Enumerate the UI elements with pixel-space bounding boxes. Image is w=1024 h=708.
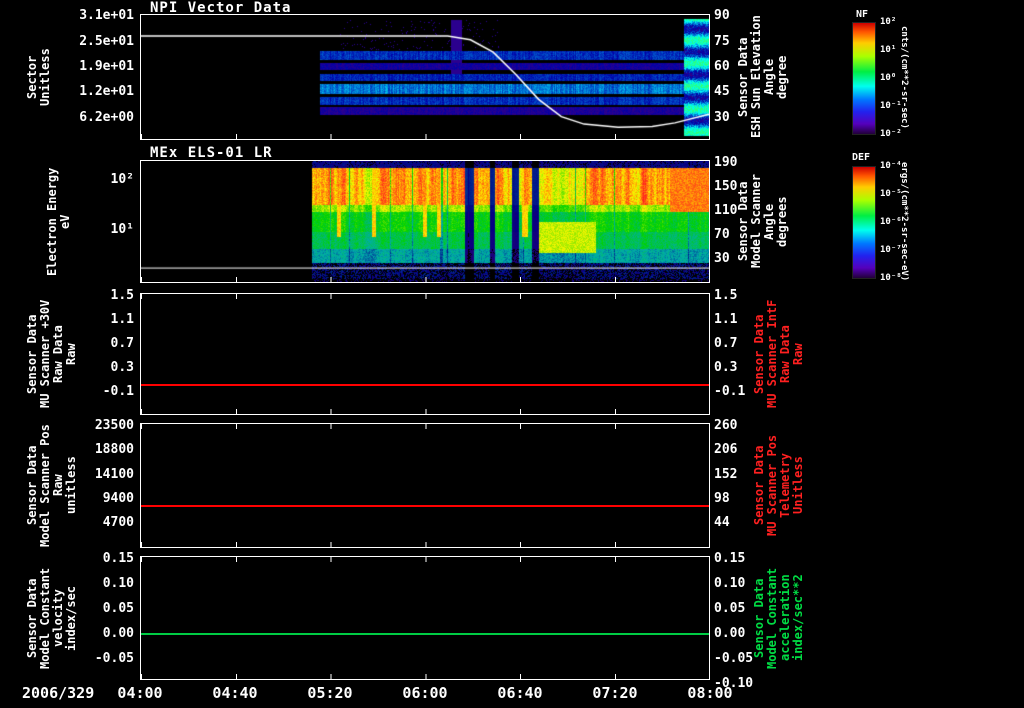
axis-label-line: Raw (791, 343, 805, 365)
p1-left-tick: 1.2e+01 (79, 84, 134, 99)
x-axis-date-label: 2006/329 (22, 684, 95, 702)
panel5-lineplot (140, 556, 710, 680)
panel4-right-axis-label: Sensor Data MU Scanner Pos Telemetry Uni… (752, 423, 805, 548)
x-tick-label: 05:20 (307, 684, 353, 702)
p2-left-tick: 10¹ (110, 222, 134, 237)
colorbar1-name: NF (856, 9, 869, 20)
p1-left-tick: 6.2e+00 (79, 110, 134, 125)
axis-label-line: Raw (64, 343, 78, 365)
panel1-right-axis-label: Sensor Data ESH Sun Elevation Angle degr… (736, 14, 789, 140)
els-spectrogram-canvas (141, 161, 709, 282)
axis-label-line: ergs/(cm**2-sr-sec-eV) (899, 162, 909, 282)
panel4-left-axis-label: Sensor Data Model Scanner Pos Raw unitle… (25, 423, 78, 548)
axis-label-line: unitless (64, 456, 78, 515)
panel3-left-axis-label: Sensor Data MU Scanner +30V Raw Data Raw (25, 293, 78, 415)
colorbar1-gradient (852, 22, 876, 135)
plot-page: NPI Vector Data MEx ELS-01 LR 3.1e+01 2.… (0, 0, 1024, 708)
colorbar2-units-label: ergs/(cm**2-sr-sec-eV) (898, 162, 909, 282)
axis-label-line: degrees (775, 196, 789, 247)
axis-label-line: cnts/(cm**2-sr-sec) (899, 25, 909, 129)
panel1-spectrogram (140, 14, 710, 140)
axis-label-line: degree (775, 55, 789, 99)
colorbar1-units-label: cnts/(cm**2-sr-sec) (898, 16, 909, 138)
axis-label-line: index/sec (64, 585, 78, 651)
x-tick-label: 07:20 (592, 684, 638, 702)
panel2-spectrogram (140, 160, 710, 283)
p1-left-tick: 1.9e+01 (79, 59, 134, 74)
x-tick-label: 04:00 (117, 684, 163, 702)
x-tick-label: 06:00 (402, 684, 448, 702)
colorbar2-name: DEF (852, 152, 871, 163)
panel4-lineplot (140, 423, 710, 548)
panel3-right-axis-label: Sensor Data MU Scanner IntF Raw Data Raw (752, 293, 805, 415)
p1-left-tick: 3.1e+01 (79, 8, 134, 23)
model-scanner-pos-data-line (141, 504, 709, 507)
p1-left-tick: 2.5e+01 (79, 34, 134, 49)
panel1-left-axis-label: Sector Unitless (25, 14, 52, 140)
panel2-left-axis-label: Electron Energy eV (45, 160, 72, 283)
colorbar2-gradient (852, 166, 876, 279)
axis-label-line: Unitless (791, 456, 805, 515)
x-tick-label: 08:00 (687, 684, 733, 702)
panel2-right-axis-label: Sensor Data Model Scanner Angle degrees (736, 160, 789, 283)
panel5-left-axis-label: Sensor Data Model Constant velocity inde… (25, 556, 78, 680)
p2-left-tick: 10² (110, 172, 134, 187)
model-constant-velocity-data-line (141, 632, 709, 635)
panel2-title: MEx ELS-01 LR (150, 145, 273, 161)
panel3-lineplot (140, 293, 710, 415)
x-tick-label: 06:40 (497, 684, 543, 702)
npi-spectrogram-canvas (141, 15, 709, 139)
axis-label-line: Unitless (38, 48, 52, 106)
mu-scanner-30v-data-line (141, 384, 709, 387)
panel5-right-axis-label: Sensor Data Model Constant acceleration … (752, 556, 805, 680)
axis-label-line: index/sec**2 (791, 574, 805, 662)
axis-label-line: eV (58, 214, 72, 229)
x-tick-label: 04:40 (212, 684, 258, 702)
